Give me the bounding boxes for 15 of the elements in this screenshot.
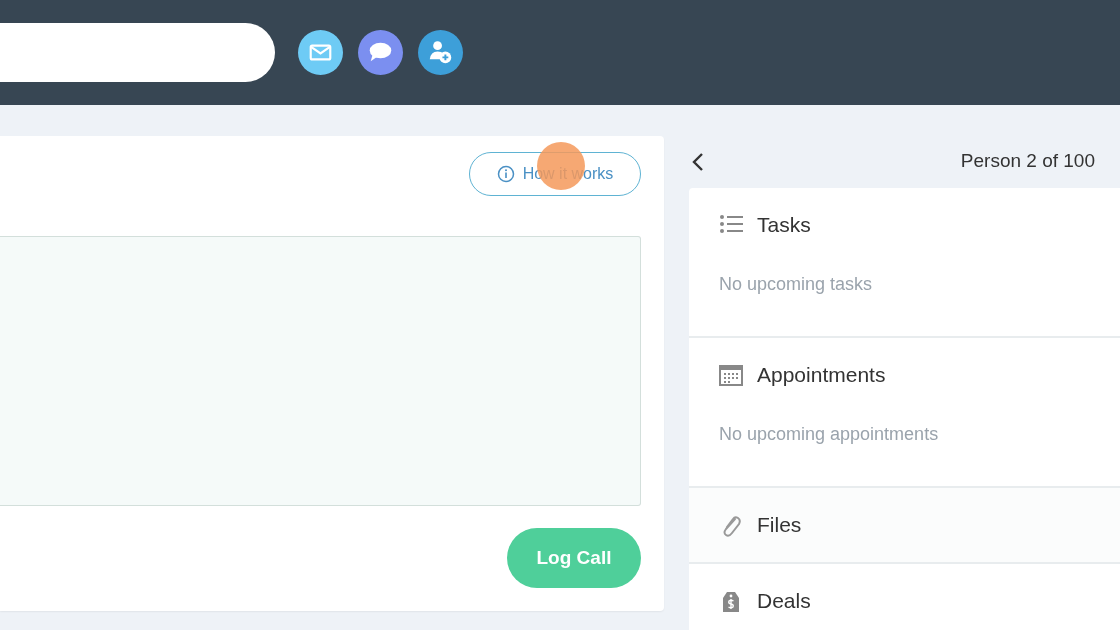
back-chevron-icon[interactable] [691, 150, 705, 173]
info-icon [496, 165, 515, 183]
section-title[interactable]: Files [757, 509, 802, 541]
record-position: Person 2 of 100 [960, 149, 1095, 174]
section-title[interactable]: Deals [757, 585, 811, 617]
empty-message: No upcoming tasks [719, 273, 874, 296]
add-person-icon[interactable] [418, 30, 463, 75]
notes-field[interactable] [0, 236, 641, 506]
section-title[interactable]: Tasks [757, 209, 811, 241]
calendar-icon [719, 363, 743, 387]
envelope-icon[interactable] [298, 30, 343, 75]
empty-message: No upcoming appointments [719, 423, 940, 446]
search-field[interactable] [0, 22, 275, 82]
chat-bubble-icon[interactable] [358, 30, 403, 75]
section-title[interactable]: Appointments [757, 359, 886, 391]
